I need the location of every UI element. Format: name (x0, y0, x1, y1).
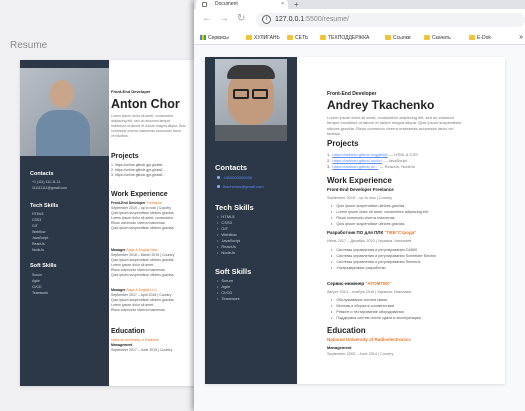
new-tab-button[interactable]: + (294, 0, 299, 9)
tech-skills-heading: Tech Skills (215, 203, 254, 212)
bookmark-6[interactable]: E-Dok (469, 31, 491, 45)
bookmarks-bar: Сервисы ХУЛИГАНЬ СЕТЬ ТЕХПОДДЕРЖКА Ссылк… (194, 31, 525, 45)
bg-work-heading: Work Experience (111, 191, 168, 198)
bg-contacts-list: +1 (111) 111-11-11 111111111@gmail.com (32, 180, 67, 190)
tab-title: Document (215, 1, 238, 7)
profile-photo (215, 59, 287, 141)
folder-icon (469, 35, 475, 40)
about-text: Lorem ipsum dolor sit amet, consectetur … (327, 115, 462, 136)
work-heading: Work Experience (327, 176, 392, 185)
project-link[interactable]: https://tarkhan.github.io/cllc/ (332, 158, 382, 163)
browser-window: Document × + ← → ↻ i 127.0.0.1:5500/resu… (194, 0, 525, 411)
bg-window-title: Resume (10, 40, 48, 51)
resume-sidebar: Contacts +380000000000 tkachenko@gmail.c… (205, 57, 297, 384)
bookmarks-more-button[interactable]: » (519, 31, 523, 45)
bg-job3: Manager Bags & Angola LLC September 2017… (111, 288, 175, 312)
resume-main: Front-End Developer Andrey Tkachenko Lor… (311, 57, 501, 384)
project-link[interactable]: https://tarkhan.github.io/... (332, 164, 378, 169)
reload-button[interactable]: ↻ (237, 14, 245, 24)
tech-skills-list: HTML5CSS3GITWebflowJavaScriptReactJsNode… (217, 214, 240, 256)
url-text: 127.0.0.1:5500/resume/ (275, 16, 349, 23)
bookmark-3[interactable]: ТЕХПОДДЕРЖКА (320, 31, 369, 45)
job-duties-3: Обслуживание систем связи,Монтаж и сборк… (331, 297, 421, 321)
bookmark-5[interactable]: Скачать (424, 31, 451, 45)
job-date-2: Июнь 2017 – Декабрь 2020 | Украина, Нико… (327, 239, 412, 243)
bookmark-4[interactable]: Ссылки (385, 31, 411, 45)
job-title-1: Front-End Developer Freelance (327, 187, 394, 192)
mail-icon (217, 185, 220, 188)
email-link[interactable]: tkachenko@gmail.com (217, 184, 264, 189)
bg-soft-list: Scrum Agile CI/CD Teamwork (32, 273, 48, 295)
file-icon (202, 2, 207, 7)
job-date-3: Август 2013 – ноябрь 2016 | Украина, Ник… (327, 290, 411, 294)
full-name: Andrey Tkachenko (327, 98, 435, 112)
folder-icon (246, 35, 252, 40)
bg-edu-heading: Education (111, 328, 145, 335)
bg-role: Front-End Developer (111, 89, 151, 94)
phone-link[interactable]: +380000000000 (217, 175, 252, 180)
close-icon[interactable]: × (281, 0, 284, 9)
info-icon[interactable]: i (262, 15, 271, 24)
phone-icon (217, 176, 220, 179)
bg-name: Anton Chor (111, 97, 180, 111)
job-duties-2: Системы управления и регулирования СА800… (331, 247, 436, 271)
education-date: September 2000 – June 2014 | Country (327, 352, 394, 356)
project-item: 3. https://tarkhan.github.io/... — ReactJ… (327, 164, 415, 169)
forward-button[interactable]: → (219, 14, 229, 24)
bookmark-services[interactable]: Сервисы (200, 31, 229, 45)
resume-page: Contacts +380000000000 tkachenko@gmail.c… (205, 57, 505, 384)
contacts-heading: Contacts (215, 163, 248, 172)
folder-icon (287, 35, 293, 40)
folder-icon (385, 35, 391, 40)
page-viewport[interactable]: Contacts +380000000000 tkachenko@gmail.c… (194, 45, 525, 411)
bg-contacts-heading: Contacts (30, 171, 54, 177)
folder-icon (320, 35, 326, 40)
back-button[interactable]: ← (202, 14, 212, 24)
job-date-1: September 2019 – up to now | Country (327, 196, 393, 200)
job-title: Front-End Developer (327, 91, 377, 97)
bg-tech-heading: Tech Skills (30, 203, 59, 209)
toolbar: ← → ↻ i 127.0.0.1:5500/resume/ (194, 9, 525, 31)
bg-tech-list: HTML5 CSS3 GIT Webflow JavaScript ReactJs Node… (32, 212, 49, 252)
address-bar[interactable]: i 127.0.0.1:5500/resume/ (256, 13, 525, 27)
bg-job1: Front-End Developer Freelance September … (111, 201, 175, 230)
soft-skills-heading: Soft Skills (215, 267, 252, 276)
bg-profile-photo (20, 68, 109, 156)
university-name: National University of Radioelectronics (327, 337, 411, 342)
tab-document[interactable]: Document × (196, 0, 288, 9)
apps-icon (200, 35, 206, 40)
bookmark-2[interactable]: СЕТЬ (287, 31, 308, 45)
bg-projects-heading: Projects (111, 153, 139, 160)
bg-soft-heading: Soft Skills (30, 263, 57, 269)
bg-projects-list: 1. https://online.github.gpt.global/... 2… (111, 163, 166, 177)
project-link[interactable]: https://tarkhan.github.io/ggiiiiiiii/ (332, 152, 387, 157)
bg-edu: National University of Radioele Manageme… (111, 338, 173, 352)
bookmark-1[interactable]: ХУЛИГАНЬ (246, 31, 280, 45)
degree: Management (327, 345, 352, 350)
soft-skills-list: ScrumAgileCI/CDTeamwork (217, 278, 239, 302)
bg-sidebar: Contacts +1 (111) 111-11-11 111111111@gma… (20, 60, 109, 386)
job-duties-1: Quis ipsum suspendisse ultrices gravida.… (331, 203, 428, 227)
job-title-2: Разработчик ПО для ПЛК "ПКБ"Строда" (327, 230, 417, 235)
job-title-3: Сервис-инженер "ATOMTEK" (327, 281, 392, 286)
bg-job2: Manager Bags & Angola New September 2018… (111, 248, 175, 277)
folder-icon (424, 35, 430, 40)
bg-about: Lorem ipsum dolor sit amet, consectetur … (111, 114, 186, 138)
projects-heading: Projects (327, 139, 359, 148)
education-heading: Education (327, 326, 366, 335)
tab-bar: Document × + (194, 0, 525, 9)
